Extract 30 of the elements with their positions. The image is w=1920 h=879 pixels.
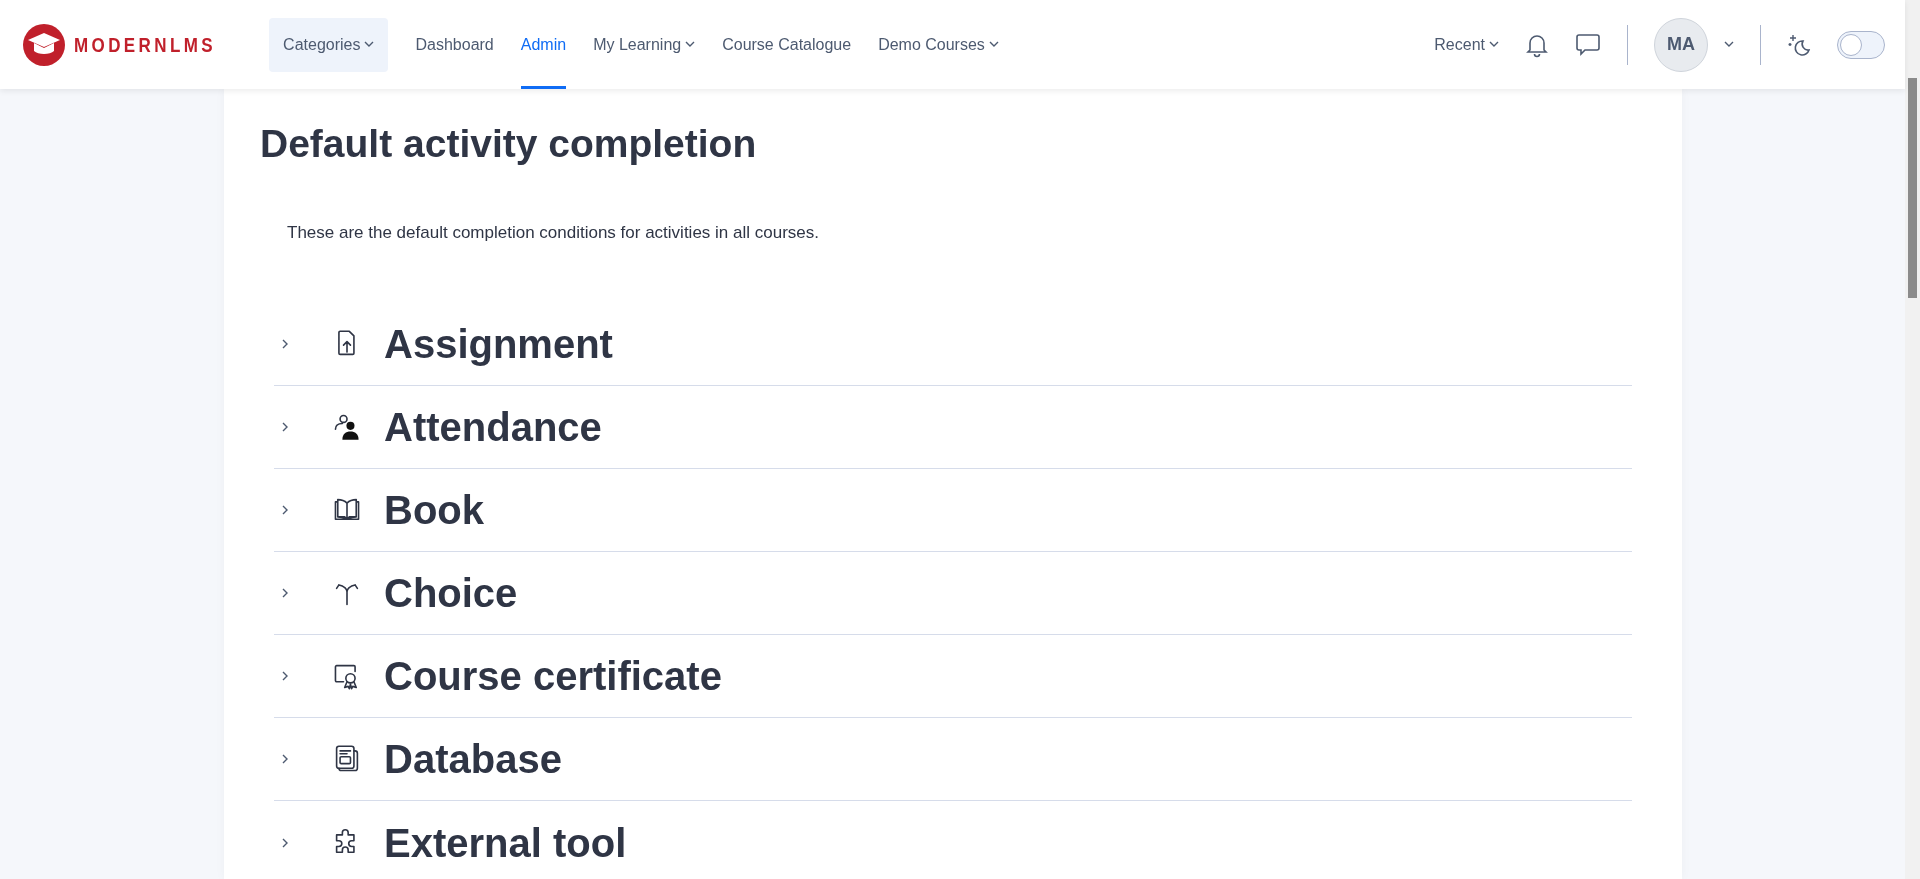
activity-heading: Database <box>384 736 562 784</box>
user-avatar[interactable]: MA <box>1654 17 1708 72</box>
activity-heading: External tool <box>384 819 627 867</box>
nav-link[interactable]: Course Catalogue <box>722 0 852 89</box>
chat-bubble-icon[interactable] <box>1575 32 1601 57</box>
page-title: Default activity completion <box>260 121 758 167</box>
activity-heading: Attendance <box>384 404 602 452</box>
recent-menu[interactable]: Recent <box>1434 0 1499 89</box>
nav-link[interactable]: My Learning <box>593 0 696 89</box>
chevron-icon[interactable] <box>280 421 290 434</box>
chevron-icon[interactable] <box>280 587 290 600</box>
caret-icon[interactable] <box>1724 41 1734 48</box>
chevron-icon[interactable] <box>280 338 290 351</box>
activity-heading: Book <box>384 487 484 535</box>
graduation-cap-logo-icon <box>22 22 66 67</box>
activity-heading: Course certificate <box>384 653 722 701</box>
activity-heading: Choice <box>384 570 518 618</box>
chevron-icon[interactable] <box>280 670 290 683</box>
chevron-icon[interactable] <box>280 836 290 849</box>
activity-heading: Assignment <box>384 321 613 369</box>
moon-stars-icon <box>1787 32 1811 57</box>
categories-button[interactable]: Categories <box>269 17 389 72</box>
nav-link[interactable]: Demo Courses <box>878 0 999 89</box>
nav-link[interactable]: Dashboard <box>415 0 494 89</box>
dark-mode-toggle[interactable] <box>1837 30 1885 59</box>
chevron-icon[interactable] <box>280 504 290 517</box>
scrollbar[interactable] <box>1905 0 1920 879</box>
logo-text[interactable]: MODERNLMS <box>74 29 217 60</box>
page-description: These are the default completion conditions for activities in all courses. <box>287 221 820 244</box>
chevron-icon[interactable] <box>280 753 290 766</box>
